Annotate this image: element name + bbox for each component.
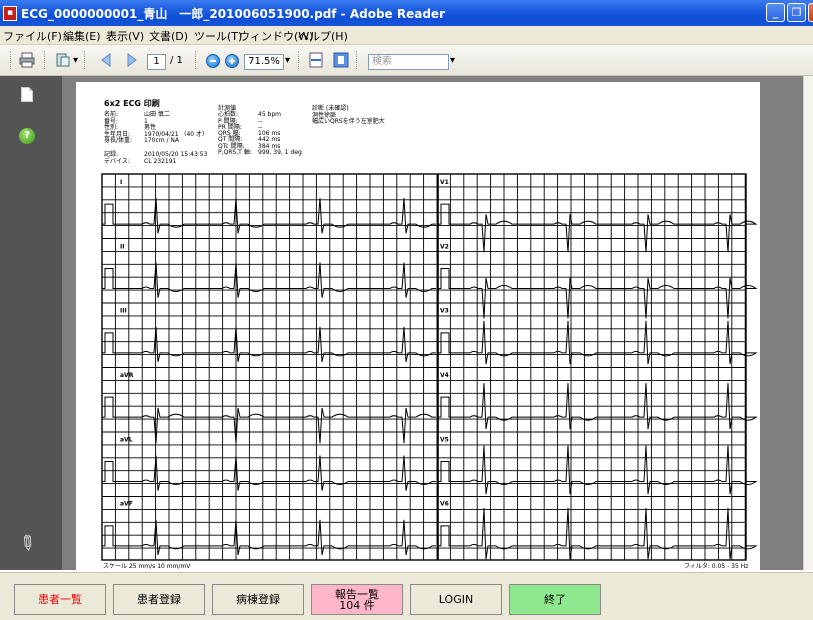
scale-footer: スケール 25 mm/s 10 mm/mV xyxy=(103,563,191,570)
patient-list-button[interactable]: 患者一覧 xyxy=(14,584,106,615)
toolbar-separator xyxy=(84,51,87,69)
chevron-down-icon[interactable]: ▾ xyxy=(73,55,78,66)
restore-button[interactable]: ❐ xyxy=(787,3,806,22)
toolbar: ▾ 1 / 1 71.5% ▾ 検索 ▾ xyxy=(0,45,813,76)
exit-button[interactable]: 終了 xyxy=(509,584,601,615)
ward-register-button[interactable]: 病棟登録 xyxy=(212,584,304,615)
ecg-trace-III xyxy=(102,326,436,363)
pdf-page: 6x2 ECG 印刷 名前: 番号: 性別: 生年月日: 身長/体重: 山田 慎… xyxy=(76,82,760,576)
login-button[interactable]: LOGIN xyxy=(410,584,502,615)
print-icon[interactable] xyxy=(19,52,35,68)
filter-footer: フィルタ: 0.05 - 35 Hz xyxy=(684,563,749,570)
report-list-button[interactable]: 報告一覧 104 件 xyxy=(311,584,403,615)
menu-tools[interactable]: ツール(T) xyxy=(194,28,242,44)
previous-page-icon[interactable] xyxy=(99,52,115,68)
fit-width-icon[interactable] xyxy=(308,52,324,68)
pages-icon[interactable] xyxy=(21,87,33,102)
search-dropdown-arrow[interactable]: ▾ xyxy=(450,55,455,66)
minimize-button[interactable]: _ xyxy=(766,3,785,22)
ecg-trace-II xyxy=(102,262,436,298)
window-title: ECG_0000000001_青山 一郎_201006051900.pdf - … xyxy=(21,7,445,21)
hand-tool-icon[interactable] xyxy=(55,52,71,68)
lead-label-V3: V3 xyxy=(440,308,449,315)
ecg-trace-V6 xyxy=(438,507,758,560)
next-page-icon[interactable] xyxy=(123,52,139,68)
menu-document[interactable]: 文書(D) xyxy=(149,28,188,44)
ecg-trace-aVL xyxy=(102,455,436,491)
ecg-trace-V1 xyxy=(438,203,758,253)
zoom-out-icon[interactable] xyxy=(206,54,220,68)
menu-file[interactable]: ファイル(F) xyxy=(3,28,62,44)
fit-page-icon[interactable] xyxy=(333,52,349,68)
ecg-trace-I xyxy=(102,198,436,234)
ecg-grid: I V1 II V2 III V3 aVR V4 aVL V5 aVF V6 xyxy=(101,173,758,561)
lead-label-aVR: aVR xyxy=(120,372,134,379)
lead-label-aVL: aVL xyxy=(120,436,133,443)
lead-label-V4: V4 xyxy=(440,372,449,379)
ecg-trace-V3 xyxy=(438,320,758,365)
ecg-trace-V5 xyxy=(438,445,758,495)
zoom-dropdown-arrow[interactable]: ▾ xyxy=(285,55,290,66)
close-button[interactable] xyxy=(808,3,813,22)
bottom-button-bar: 患者一覧 患者登録 病棟登録 報告一覧 104 件 LOGIN 終了 xyxy=(0,572,813,620)
lead-label-V6: V6 xyxy=(440,501,449,508)
zoom-in-icon[interactable] xyxy=(225,54,239,68)
lead-label-I: I xyxy=(120,179,122,186)
zoom-level-input[interactable]: 71.5% xyxy=(244,54,284,70)
ecg-trace-aVR xyxy=(102,396,436,444)
toolbar-separator xyxy=(298,51,301,69)
menu-help[interactable]: ヘルプ(H) xyxy=(298,28,348,44)
vertical-scrollbar[interactable] xyxy=(803,76,813,570)
menu-edit[interactable]: 編集(E) xyxy=(63,28,101,44)
lead-label-V5: V5 xyxy=(440,436,449,443)
adobe-reader-icon: ▪ xyxy=(3,6,17,21)
lead-label-V2: V2 xyxy=(440,243,449,250)
lead-label-II: II xyxy=(120,243,124,250)
lead-label-III: III xyxy=(120,308,127,315)
ecg-trace-aVF xyxy=(102,519,436,556)
page-number-input[interactable]: 1 xyxy=(147,54,166,70)
patient-register-button[interactable]: 患者登録 xyxy=(113,584,205,615)
attachment-icon[interactable]: ✎ xyxy=(13,528,41,557)
menu-bar: ファイル(F) 編集(E) 表示(V) 文書(D) ツール(T) ウィンドウ(W… xyxy=(0,26,813,45)
toolbar-separator xyxy=(44,51,47,69)
title-bar: ▪ ECG_0000000001_青山 一郎_201006051900.pdf … xyxy=(0,0,813,27)
lead-label-V1: V1 xyxy=(440,179,449,186)
ecg-trace-V2 xyxy=(438,268,758,319)
toolbar-separator xyxy=(195,51,198,69)
navigation-panel: ? ✎ xyxy=(0,76,62,570)
page-total: / 1 xyxy=(170,55,183,66)
toolbar-grip xyxy=(10,51,13,69)
menu-view[interactable]: 表示(V) xyxy=(106,28,144,44)
search-input[interactable]: 検索 xyxy=(368,54,449,70)
lead-label-aVF: aVF xyxy=(120,501,133,508)
help-icon[interactable]: ? xyxy=(19,128,35,144)
toolbar-separator xyxy=(356,51,359,69)
